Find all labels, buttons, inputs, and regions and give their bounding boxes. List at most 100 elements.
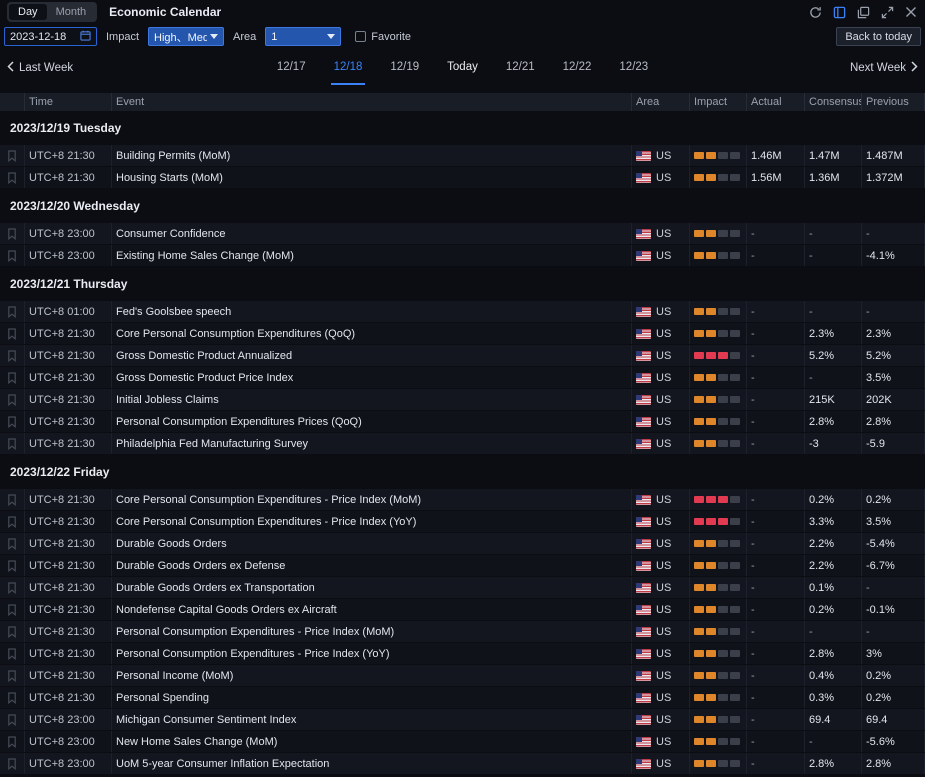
- bookmark-icon[interactable]: [0, 665, 25, 686]
- bookmark-icon[interactable]: [0, 411, 25, 432]
- bookmark-icon[interactable]: [0, 345, 25, 366]
- bookmark-icon[interactable]: [0, 301, 25, 322]
- impact-bars: [690, 301, 747, 322]
- area-dropdown[interactable]: 1: [265, 27, 341, 46]
- bookmark-icon[interactable]: [0, 731, 25, 752]
- event-row[interactable]: UTC+8 21:30Building Permits (MoM)US1.46M…: [0, 145, 925, 167]
- us-flag-icon: [636, 649, 651, 659]
- column-header-area[interactable]: Area: [632, 93, 690, 111]
- actual-value: -: [747, 555, 805, 576]
- bookmark-icon[interactable]: [0, 555, 25, 576]
- column-header-previous[interactable]: Previous: [862, 93, 925, 111]
- date-tab-12-19[interactable]: 12/19: [387, 51, 422, 85]
- event-name: Philadelphia Fed Manufacturing Survey: [112, 433, 632, 454]
- date-tab-12-17[interactable]: 12/17: [274, 51, 309, 85]
- event-row[interactable]: UTC+8 21:30Philadelphia Fed Manufacturin…: [0, 433, 925, 455]
- column-header-consensus[interactable]: Consensus: [805, 93, 862, 111]
- bookmark-icon[interactable]: [0, 367, 25, 388]
- bookmark-icon[interactable]: [0, 511, 25, 532]
- title-bar: Day Month Economic Calendar: [0, 0, 925, 24]
- expand-icon[interactable]: [880, 5, 894, 19]
- event-area: US: [632, 643, 690, 664]
- impact-dropdown[interactable]: High、Medi...: [148, 27, 224, 46]
- event-row[interactable]: UTC+8 21:30Core Personal Consumption Exp…: [0, 489, 925, 511]
- event-row[interactable]: UTC+8 01:00Fed's Goolsbee speechUS---: [0, 301, 925, 323]
- event-row[interactable]: UTC+8 21:30Durable Goods Orders ex Defen…: [0, 555, 925, 577]
- event-row[interactable]: UTC+8 21:30Durable Goods OrdersUS-2.2%-5…: [0, 533, 925, 555]
- event-row[interactable]: UTC+8 21:30Gross Domestic Product Price …: [0, 367, 925, 389]
- event-row[interactable]: UTC+8 21:30Gross Domestic Product Annual…: [0, 345, 925, 367]
- event-area: US: [632, 665, 690, 686]
- event-area: US: [632, 345, 690, 366]
- bookmark-icon[interactable]: [0, 643, 25, 664]
- bookmark-icon[interactable]: [0, 533, 25, 554]
- us-flag-icon: [636, 715, 651, 725]
- bookmark-icon[interactable]: [0, 389, 25, 410]
- event-row[interactable]: UTC+8 21:30Personal Consumption Expendit…: [0, 621, 925, 643]
- event-row[interactable]: UTC+8 23:00Consumer ConfidenceUS---: [0, 223, 925, 245]
- favorite-checkbox[interactable]: Favorite: [355, 31, 411, 43]
- refresh-icon[interactable]: [808, 5, 822, 19]
- column-header-impact[interactable]: Impact: [690, 93, 747, 111]
- bookmark-icon[interactable]: [0, 687, 25, 708]
- consensus-value: 0.2%: [805, 599, 862, 620]
- bookmark-icon[interactable]: [0, 489, 25, 510]
- impact-bars: [690, 389, 747, 410]
- event-row[interactable]: UTC+8 21:30Durable Goods Orders ex Trans…: [0, 577, 925, 599]
- date-tab-12-23[interactable]: 12/23: [616, 51, 651, 85]
- event-area: US: [632, 433, 690, 454]
- actual-value: -: [747, 389, 805, 410]
- back-to-today-button[interactable]: Back to today: [836, 27, 921, 46]
- date-tab-today[interactable]: Today: [444, 51, 481, 85]
- column-header-event[interactable]: Event: [112, 93, 632, 111]
- impact-bars: [690, 223, 747, 244]
- last-week-button[interactable]: Last Week: [7, 61, 73, 75]
- bookmark-icon[interactable]: [0, 433, 25, 454]
- event-row[interactable]: UTC+8 21:30Initial Jobless ClaimsUS-215K…: [0, 389, 925, 411]
- bookmark-icon[interactable]: [0, 599, 25, 620]
- us-flag-icon: [636, 307, 651, 317]
- event-row[interactable]: UTC+8 21:30Core Personal Consumption Exp…: [0, 511, 925, 533]
- close-icon[interactable]: [904, 5, 918, 19]
- panel-layout-icon[interactable]: [832, 5, 846, 19]
- bookmark-icon[interactable]: [0, 577, 25, 598]
- event-row[interactable]: UTC+8 21:30Core Personal Consumption Exp…: [0, 323, 925, 345]
- next-week-button[interactable]: Next Week: [850, 61, 918, 75]
- previous-value: 1.372M: [862, 167, 925, 188]
- actual-value: -: [747, 223, 805, 244]
- previous-value: -: [862, 621, 925, 642]
- event-row[interactable]: UTC+8 23:00New Home Sales Change (MoM)US…: [0, 731, 925, 753]
- duplicate-window-icon[interactable]: [856, 5, 870, 19]
- date-tab-12-18[interactable]: 12/18: [331, 51, 366, 85]
- event-row[interactable]: UTC+8 21:30Nondefense Capital Goods Orde…: [0, 599, 925, 621]
- event-row[interactable]: UTC+8 23:00UoM 5-year Consumer Inflation…: [0, 753, 925, 775]
- consensus-value: 1.36M: [805, 167, 862, 188]
- event-row[interactable]: UTC+8 23:00Michigan Consumer Sentiment I…: [0, 709, 925, 731]
- event-row[interactable]: UTC+8 23:00Existing Home Sales Change (M…: [0, 245, 925, 267]
- date-tab-12-21[interactable]: 12/21: [503, 51, 538, 85]
- bookmark-icon[interactable]: [0, 167, 25, 188]
- day-toggle-button[interactable]: Day: [9, 4, 47, 20]
- bookmark-icon[interactable]: [0, 753, 25, 774]
- column-header-time[interactable]: Time: [25, 93, 112, 111]
- date-tab-12-22[interactable]: 12/22: [560, 51, 595, 85]
- previous-value: -: [862, 301, 925, 322]
- bookmark-icon[interactable]: [0, 223, 25, 244]
- bookmark-icon[interactable]: [0, 245, 25, 266]
- column-header-bookmark[interactable]: [0, 93, 25, 111]
- date-picker[interactable]: 2023-12-18: [4, 27, 97, 46]
- event-time: UTC+8 23:00: [25, 245, 112, 266]
- column-header-actual[interactable]: Actual: [747, 93, 805, 111]
- event-row[interactable]: UTC+8 21:30Personal Income (MoM)US-0.4%0…: [0, 665, 925, 687]
- event-row[interactable]: UTC+8 21:30Personal Consumption Expendit…: [0, 643, 925, 665]
- bookmark-icon[interactable]: [0, 621, 25, 642]
- event-row[interactable]: UTC+8 21:30Personal SpendingUS-0.3%0.2%: [0, 687, 925, 709]
- event-row[interactable]: UTC+8 21:30Housing Starts (MoM)US1.56M1.…: [0, 167, 925, 189]
- event-name: Personal Spending: [112, 687, 632, 708]
- bookmark-icon[interactable]: [0, 145, 25, 166]
- month-toggle-button[interactable]: Month: [47, 4, 96, 20]
- bookmark-icon[interactable]: [0, 709, 25, 730]
- bookmark-icon[interactable]: [0, 323, 25, 344]
- event-row[interactable]: UTC+8 21:30Personal Consumption Expendit…: [0, 411, 925, 433]
- previous-value: -0.1%: [862, 599, 925, 620]
